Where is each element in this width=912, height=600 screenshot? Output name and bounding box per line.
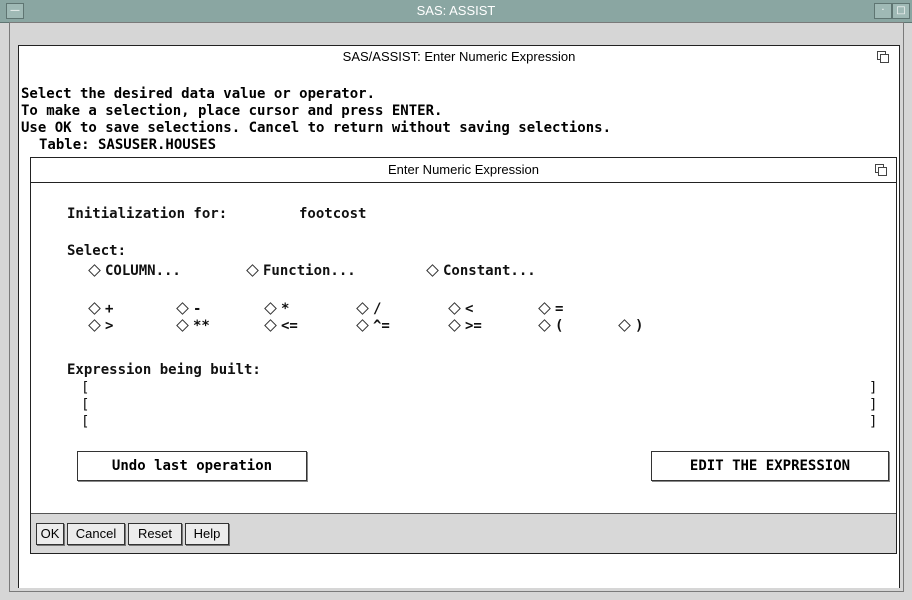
- expression-line-3-close: ]: [869, 414, 878, 430]
- operator-multiply[interactable]: *: [263, 301, 289, 317]
- reset-button[interactable]: Reset: [128, 523, 182, 545]
- radio-diamond-icon: [448, 302, 461, 315]
- instruction-line-1: Select the desired data value or operato…: [21, 86, 376, 102]
- radio-diamond-icon: [538, 302, 551, 315]
- ok-button[interactable]: OK: [36, 523, 64, 545]
- constant-option[interactable]: Constant...: [425, 263, 536, 279]
- assist-window-title: SAS/ASSIST: Enter Numeric Expression: [18, 45, 900, 69]
- operator-equals[interactable]: =: [537, 301, 563, 317]
- dialog-footer: OK Cancel Reset Help: [31, 514, 896, 553]
- operator-close-paren[interactable]: ): [617, 318, 643, 334]
- radio-diamond-icon: [618, 319, 631, 332]
- radio-diamond-icon: [426, 264, 439, 277]
- expression-label: Expression being built:: [67, 362, 261, 378]
- instruction-line-3: Use OK to save selections. Cancel to ret…: [21, 120, 612, 136]
- cancel-button[interactable]: Cancel: [67, 523, 125, 545]
- enter-numeric-expression-dialog: Enter Numeric Expression Initialization …: [30, 157, 897, 554]
- operator-less-than[interactable]: <: [447, 301, 473, 317]
- dialog-title: Enter Numeric Expression: [388, 162, 539, 177]
- operator-less-equal[interactable]: <=: [263, 318, 298, 334]
- expression-line-1-open: [: [81, 380, 90, 396]
- radio-diamond-icon: [264, 302, 277, 315]
- edit-expression-button[interactable]: EDIT THE EXPRESSION: [651, 451, 889, 481]
- operator-greater-equal[interactable]: >=: [447, 318, 482, 334]
- copy-icon[interactable]: [877, 51, 889, 63]
- dialog-copy-icon[interactable]: [875, 164, 887, 176]
- expression-line-3-open: [: [81, 414, 90, 430]
- operator-open-paren[interactable]: (: [537, 318, 563, 334]
- initialization-value: footcost: [299, 206, 367, 222]
- expression-line-2-close: ]: [869, 397, 878, 413]
- radio-diamond-icon: [246, 264, 259, 277]
- instruction-line-2: To make a selection, place cursor and pr…: [21, 103, 443, 119]
- operator-greater-than[interactable]: >: [87, 318, 113, 334]
- undo-last-operation-button[interactable]: Undo last operation: [77, 451, 307, 481]
- help-button[interactable]: Help: [185, 523, 229, 545]
- initialization-label: Initialization for:: [67, 206, 228, 222]
- radio-diamond-icon: [88, 302, 101, 315]
- operator-power[interactable]: **: [175, 318, 210, 334]
- operator-minus[interactable]: -: [175, 301, 201, 317]
- radio-diamond-icon: [88, 319, 101, 332]
- operator-not-equal[interactable]: ^=: [355, 318, 390, 334]
- operator-plus[interactable]: +: [87, 301, 113, 317]
- minimize-button[interactable]: ·: [874, 3, 892, 19]
- table-line: Table: SASUSER.HOUSES: [39, 137, 217, 149]
- maximize-button[interactable]: □: [892, 3, 910, 19]
- radio-diamond-icon: [176, 302, 189, 315]
- select-label: Select:: [67, 243, 127, 259]
- column-option[interactable]: COLUMN...: [87, 263, 181, 279]
- function-option[interactable]: Function...: [245, 263, 356, 279]
- outer-title-bar: — SAS: ASSIST · □: [0, 0, 912, 23]
- outer-window-title: SAS: ASSIST: [416, 3, 496, 18]
- radio-diamond-icon: [88, 264, 101, 277]
- assist-window-title-text: SAS/ASSIST: Enter Numeric Expression: [342, 49, 576, 64]
- dialog-title-bar: Enter Numeric Expression: [31, 158, 896, 183]
- operator-divide[interactable]: /: [355, 301, 381, 317]
- expression-line-1-close: ]: [869, 380, 878, 396]
- radio-diamond-icon: [264, 319, 277, 332]
- radio-diamond-icon: [448, 319, 461, 332]
- radio-diamond-icon: [356, 302, 369, 315]
- radio-diamond-icon: [176, 319, 189, 332]
- expression-line-2-open: [: [81, 397, 90, 413]
- radio-diamond-icon: [356, 319, 369, 332]
- radio-diamond-icon: [538, 319, 551, 332]
